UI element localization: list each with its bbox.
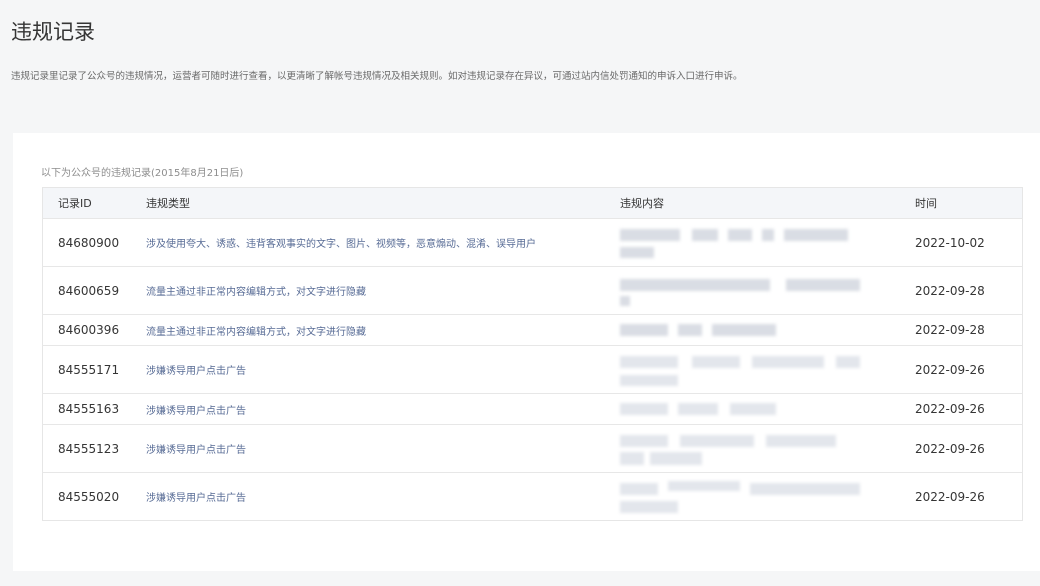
header-violation-type: 违规类型 (146, 197, 190, 210)
table-row: 84680900 涉及使用夸大、诱惑、违背客观事实的文字、图片、视频等，恶意煽动… (42, 218, 1023, 267)
page-title: 违规记录 (11, 20, 95, 44)
record-time: 2022-09-26 (915, 424, 1023, 473)
blurred-content (620, 480, 860, 514)
blurred-content (620, 353, 860, 387)
header-record-id: 记录ID (58, 197, 92, 210)
violation-type-link[interactable]: 流量主通过非正常内容编辑方式，对文字进行隐藏 (146, 327, 366, 338)
blurred-content (620, 432, 860, 466)
blurred-content (620, 274, 860, 308)
violation-type-link[interactable]: 流量主通过非正常内容编辑方式，对文字进行隐藏 (146, 287, 366, 298)
blurred-content (620, 323, 860, 337)
record-time: 2022-09-28 (915, 314, 1023, 346)
table-row: 84555020 涉嫌诱导用户点击广告 2022-09-26 (42, 472, 1023, 521)
record-time: 2022-09-26 (915, 345, 1023, 394)
header-violation-content: 违规内容 (620, 197, 664, 210)
record-id: 84555163 (42, 393, 146, 425)
table-row: 84555171 涉嫌诱导用户点击广告 2022-09-26 (42, 345, 1023, 394)
table-caption: 以下为公众号的违规记录(2015年8月21日后) (41, 168, 244, 179)
violation-type-link[interactable]: 涉嫌诱导用户点击广告 (146, 406, 246, 417)
record-time: 2022-09-26 (915, 472, 1023, 521)
table-header-row: 记录ID 违规类型 违规内容 时间 (42, 187, 1023, 219)
violation-type-link[interactable]: 涉嫌诱导用户点击广告 (146, 445, 246, 456)
record-id: 84555020 (42, 472, 146, 521)
record-time: 2022-09-28 (915, 266, 1023, 315)
record-time: 2022-10-02 (915, 218, 1023, 267)
record-id: 84600659 (42, 266, 146, 315)
table-row: 84555163 涉嫌诱导用户点击广告 2022-09-26 (42, 393, 1023, 425)
record-id: 84600396 (42, 314, 146, 346)
violation-type-link[interactable]: 涉及使用夸大、诱惑、违背客观事实的文字、图片、视频等，恶意煽动、混淆、误导用户 (146, 239, 536, 250)
record-time: 2022-09-26 (915, 393, 1023, 425)
header-time: 时间 (915, 197, 937, 210)
records-card: 以下为公众号的违规记录(2015年8月21日后) 记录ID 违规类型 违规内容 … (13, 133, 1040, 571)
table-row: 84600396 流量主通过非正常内容编辑方式，对文字进行隐藏 2022-09-… (42, 314, 1023, 346)
record-id: 84680900 (42, 218, 146, 267)
blurred-content (620, 402, 860, 416)
page-description: 违规记录里记录了公众号的违规情况，运营者可随时进行查看，以更清晰了解帐号违规情况… (11, 71, 743, 82)
violation-type-link[interactable]: 涉嫌诱导用户点击广告 (146, 366, 246, 377)
violation-type-link[interactable]: 涉嫌诱导用户点击广告 (146, 493, 246, 504)
blurred-content (620, 226, 860, 260)
table-row: 84555123 涉嫌诱导用户点击广告 2022-09-26 (42, 424, 1023, 473)
table-row: 84600659 流量主通过非正常内容编辑方式，对文字进行隐藏 2022-09-… (42, 266, 1023, 315)
record-id: 84555123 (42, 424, 146, 473)
record-id: 84555171 (42, 345, 146, 394)
violation-records-table: 记录ID 违规类型 违规内容 时间 84680900 涉及使用夸大、诱惑、违背客… (42, 187, 1023, 521)
